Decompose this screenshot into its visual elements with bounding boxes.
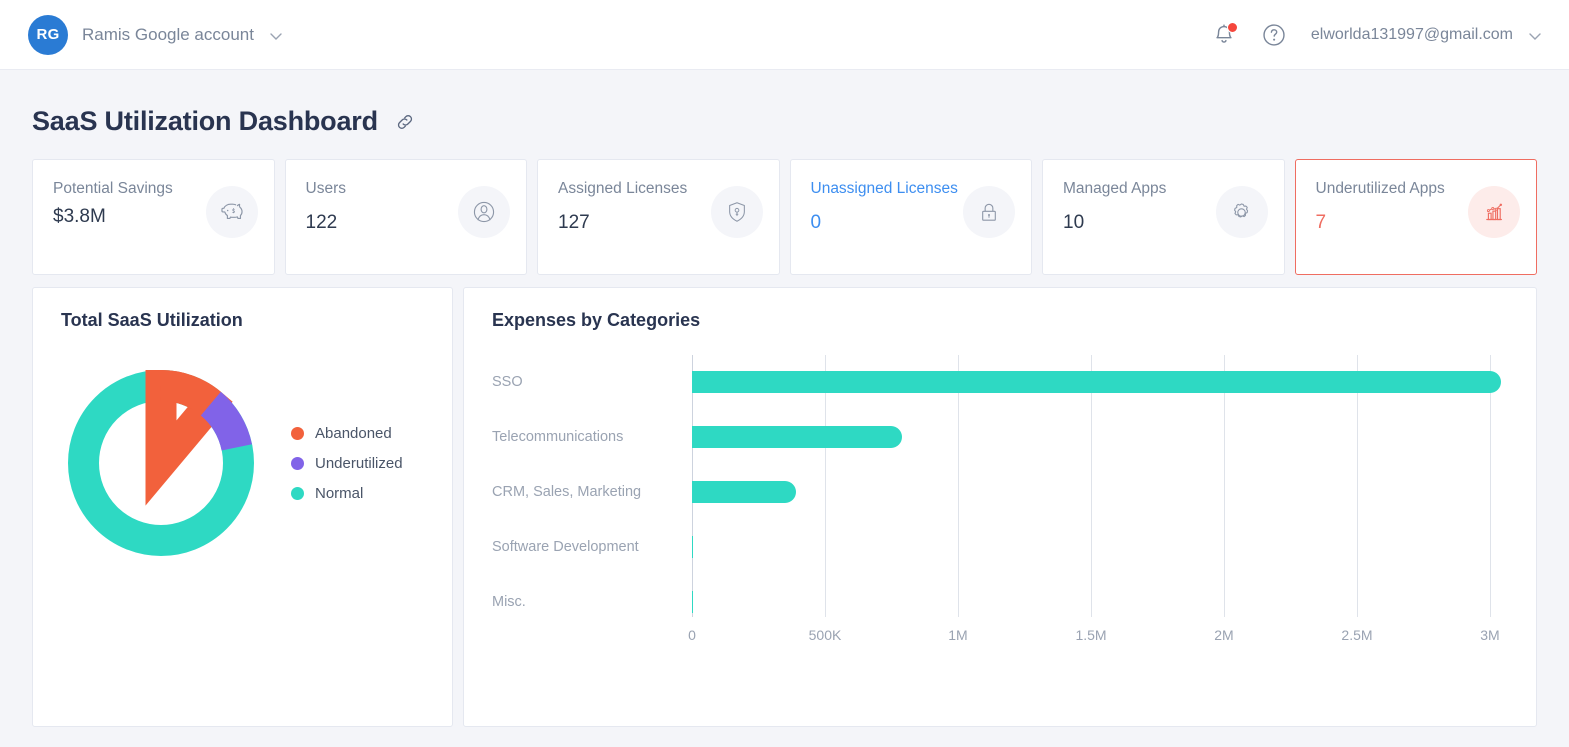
kpi-label: Potential Savings [53,180,173,197]
panel-total-saas-utilization: Total SaaS Utilization Abandoned Underut… [32,287,453,727]
account-name-label: Ramis Google account [82,24,254,44]
kpi-value: 122 [305,212,338,234]
donut-legend: Abandoned Underutilized Normal [291,425,403,502]
dashboard-page: SaaS Utilization Dashboard Potential Sav… [0,70,1569,727]
x-tick-label: 2.5M [1341,627,1373,643]
help-button[interactable] [1261,22,1287,48]
kpi-value: 10 [1063,212,1085,234]
bar-sso[interactable] [692,371,1501,393]
bar-telecommunications[interactable] [692,426,903,448]
x-tick-label: 3M [1480,627,1500,643]
piggy-bank-icon [205,186,258,238]
bar-category-label: SSO [492,374,523,390]
panel-title: Total SaaS Utilization [61,310,243,330]
bar-category-label: CRM, Sales, Marketing [492,484,642,500]
x-tick-label: 2M [1214,627,1234,643]
chevron-down-icon [268,28,282,42]
kpi-label: Unassigned Licenses [810,180,958,197]
question-circle-icon [1263,23,1285,46]
kpi-value: 127 [558,212,590,234]
notifications-button[interactable] [1211,21,1238,48]
legend-swatch [291,486,304,500]
bar-chart-x-axis: 0 500K 1M 1.5M 2M 2.5M 3M [688,617,1500,651]
kpi-value: 0 [810,212,822,234]
donut-chart [68,369,254,556]
bar-category-label: Misc. [492,594,526,610]
gridline-2-5m [1356,355,1358,617]
x-tick-label: 0 [688,627,696,643]
legend-item-underutilized[interactable]: Underutilized [291,455,403,472]
kpi-card-row: Potential Savings $3.8M Users 122 Assign… [32,159,1537,275]
kpi-card-assigned-licenses[interactable]: Assigned Licenses 127 [537,159,780,275]
legend-item-abandoned[interactable]: Abandoned [291,425,403,442]
kpi-card-unassigned-licenses[interactable]: Unassigned Licenses 0 [789,159,1032,275]
legend-item-normal[interactable]: Normal [291,485,403,502]
legend-swatch [291,426,304,440]
kpi-card-users[interactable]: Users 122 [284,159,527,275]
bar-chart-category-labels: SSO Telecommunications CRM, Sales, Marke… [492,355,692,617]
legend-label: Underutilized [315,454,403,472]
notification-badge [1226,21,1238,33]
top-bar: RG Ramis Google account elworlda131997@g… [0,0,1569,70]
gridline-2m [1224,355,1225,617]
gear-icon [1215,186,1268,238]
gridline-1m [957,355,959,617]
kpi-card-managed-apps[interactable]: Managed Apps 10 [1042,159,1285,275]
kpi-card-underutilized-apps[interactable]: Underutilized Apps 7 [1294,159,1537,275]
donut-slice-underutilized [200,391,252,452]
bar-chart-plot-region: SSO Telecommunications CRM, Sales, Marke… [492,355,1501,617]
panel-expenses-by-categories: Expenses by Categories SSO Telecommunica… [463,287,1537,727]
chart-trend-icon [1468,186,1520,238]
panel-title: Expenses by Categories [492,310,701,330]
page-title-row: SaaS Utilization Dashboard [32,106,1537,137]
chevron-down-icon [1527,28,1541,42]
account-switcher[interactable]: RG Ramis Google account [28,14,282,55]
bar-software-development[interactable] [692,536,694,558]
x-tick-label: 1.5M [1075,627,1107,643]
bar-category-label: Software Development [492,539,639,555]
kpi-card-potential-savings[interactable]: Potential Savings $3.8M [32,159,275,275]
link-icon[interactable] [394,111,416,133]
user-menu[interactable]: elworlda131997@gmail.com [1311,26,1541,44]
legend-label: Normal [315,484,364,502]
gridline-500k [825,355,826,617]
legend-swatch [291,456,304,470]
bar-chart-bars [692,355,1501,617]
kpi-label: Underutilized Apps [1315,180,1445,197]
bar-crm-sales-marketing[interactable] [692,481,796,503]
lock-icon [963,186,1015,238]
gridline-3m [1490,355,1491,617]
bar-chart-area: SSO Telecommunications CRM, Sales, Marke… [464,331,1536,651]
kpi-label: Users [305,180,346,197]
kpi-value: 7 [1315,212,1327,234]
kpi-label: Managed Apps [1063,180,1167,197]
panel-row: Total SaaS Utilization Abandoned Underut… [32,287,1537,727]
avatar: RG [28,14,68,55]
x-tick-label: 1M [948,627,968,643]
top-bar-actions: elworlda131997@gmail.com [1211,21,1541,48]
donut-chart-area: Abandoned Underutilized Normal [33,367,452,559]
page-title: SaaS Utilization Dashboard [32,106,378,136]
user-email-label: elworlda131997@gmail.com [1310,25,1513,43]
bar-category-label: Telecommunications [492,429,624,445]
legend-label: Abandoned [315,424,392,442]
kpi-value: $3.8M [53,206,106,228]
shield-key-icon [710,186,763,238]
donut-slice-abandoned [160,370,221,416]
x-tick-label: 500K [808,627,842,643]
kpi-label: Assigned Licenses [558,180,688,197]
user-icon [458,186,510,238]
gridline-1-5m [1091,355,1092,617]
